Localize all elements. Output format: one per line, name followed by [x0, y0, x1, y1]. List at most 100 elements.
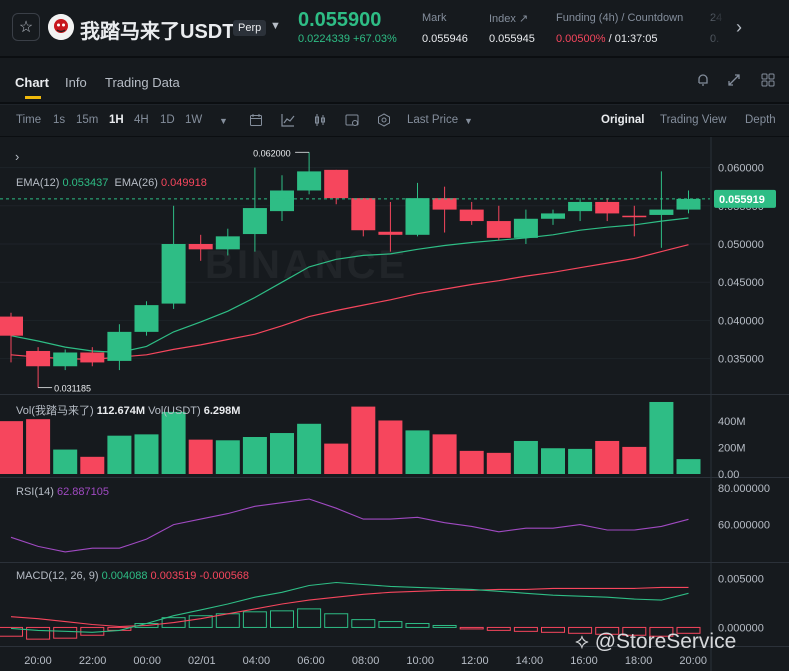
volume-bar: [188, 439, 213, 474]
mark-label: Mark: [422, 12, 447, 24]
interval-1h[interactable]: 1H: [109, 114, 124, 126]
macd-histogram-bar: [242, 611, 267, 628]
macd-value-3: -0.000568: [199, 570, 250, 582]
macd-histogram-bar: [215, 613, 240, 628]
macd-histogram-bar: [432, 624, 457, 628]
volume-bar: [134, 434, 159, 474]
symbol-dropdown-caret-icon[interactable]: ▼: [270, 20, 281, 32]
candle-body: [513, 218, 538, 238]
view-depth[interactable]: Depth: [745, 114, 776, 126]
candle-body: [26, 350, 51, 367]
time-label[interactable]: Time: [16, 114, 41, 126]
grid-layout-icon[interactable]: [758, 70, 778, 90]
candle-body: [270, 190, 294, 212]
price-tick-label: 0.060000: [718, 163, 764, 175]
header-fade: [700, 0, 726, 56]
interval-1w[interactable]: 1W: [185, 114, 202, 126]
candle-body: [80, 352, 105, 363]
volume-bar: [541, 448, 565, 474]
price-tick-label: 0.035000: [718, 354, 764, 366]
settings-hexagon-icon[interactable]: [375, 111, 393, 129]
ticker-header: ☆ 我踏马来了USDT Perp ▼ 0.055900 0.0224339 +6…: [0, 0, 789, 56]
chevron-right-icon[interactable]: ›: [15, 149, 19, 164]
volume-bar: [486, 452, 511, 474]
rsi-legend: RSI(14) 62.887105: [16, 486, 109, 498]
volume-bar: [0, 421, 23, 474]
high-price-label: 0.062000: [253, 148, 291, 158]
candle-body: [432, 198, 457, 210]
price-type-caret-icon[interactable]: ▼: [464, 116, 473, 126]
volume-bar: [622, 446, 647, 474]
time-tick-label: 02/01: [188, 655, 216, 667]
funding-label[interactable]: Funding (4h) / Countdown: [556, 12, 683, 24]
candle-body: [378, 231, 403, 235]
price-type-select[interactable]: Last Price: [407, 114, 458, 126]
rsi-label: RSI(14): [16, 486, 54, 498]
ema12-label: EMA(12): [16, 177, 60, 189]
indicator-chart-icon[interactable]: [279, 111, 297, 129]
diamond-logo-icon: ⟡: [575, 630, 589, 653]
volume-bar: [80, 456, 105, 474]
time-tick-label: 06:00: [297, 655, 325, 667]
interval-1s[interactable]: 1s: [53, 114, 65, 126]
template-settings-icon[interactable]: [343, 111, 361, 129]
ema26-value: 0.049918: [160, 177, 207, 189]
perp-badge: Perp: [233, 20, 267, 36]
candle-body: [107, 331, 132, 361]
chevron-right-icon[interactable]: ›: [728, 12, 750, 42]
macd-value-1: 0.004088: [101, 570, 148, 582]
time-tick-label: 08:00: [352, 655, 380, 667]
vol-label-1: Vol(我踏马来了): [16, 405, 94, 417]
tab-chart[interactable]: Chart: [15, 75, 49, 90]
volume-bar: [26, 419, 51, 474]
chart-area[interactable]: BINANCE 0.0600000.0550000.0500000.045000…: [0, 137, 789, 671]
expand-icon[interactable]: [724, 70, 744, 90]
view-original[interactable]: Original: [601, 114, 644, 126]
candle-type-icon[interactable]: [311, 111, 329, 129]
ema-legend: EMA(12) 0.053437 EMA(26) 0.049918: [16, 177, 207, 189]
active-tab-underline: [25, 96, 41, 99]
candle-body: [649, 209, 674, 215]
mark-value: 0.055946: [422, 33, 468, 45]
favorite-star-icon[interactable]: ☆: [12, 13, 40, 41]
volume-bar: [107, 435, 132, 474]
candle-body: [405, 198, 430, 235]
time-tick-label: 20:00: [24, 655, 52, 667]
price-tick-label: 0.050000: [718, 239, 764, 251]
symbol-name[interactable]: 我踏马来了USDT: [80, 15, 234, 44]
binance-watermark: BINANCE: [205, 243, 408, 287]
time-tick-label: 12:00: [461, 655, 489, 667]
price-tick-label: 0.040000: [718, 315, 764, 327]
interval-15m[interactable]: 15m: [76, 114, 98, 126]
tab-trading-data[interactable]: Trading Data: [105, 75, 180, 90]
view-trading-view[interactable]: Trading View: [660, 114, 726, 126]
token-logo: [48, 14, 74, 40]
candle-body: [297, 171, 322, 191]
interval-more-caret-icon[interactable]: ▼: [219, 116, 228, 126]
macd-histogram-bar: [26, 626, 51, 640]
volume-bar: [405, 430, 430, 474]
vol-value-2: 6.298M: [203, 405, 241, 417]
interval-4h[interactable]: 4H: [134, 114, 149, 126]
volume-bar: [270, 433, 294, 474]
volume-bar: [378, 420, 403, 474]
volume-bar: [459, 450, 484, 474]
interval-1d[interactable]: 1D: [160, 114, 175, 126]
macd-line: [10, 581, 689, 633]
rsi-line: [10, 498, 689, 553]
funding-countdown: / 01:37:05: [605, 33, 658, 45]
bell-icon[interactable]: [693, 70, 713, 90]
macd-histogram-bar: [486, 626, 511, 631]
macd-legend: MACD(12, 26, 9) 0.004088 0.003519 -0.000…: [16, 570, 249, 582]
volume-bar: [297, 423, 322, 474]
chart-tabs: Chart Info Trading Data: [0, 58, 789, 102]
rsi-tick-label: 80.000000: [718, 483, 770, 495]
index-label[interactable]: Index ↗: [489, 12, 528, 25]
tab-info[interactable]: Info: [65, 75, 87, 90]
calendar-icon[interactable]: [247, 111, 265, 129]
candle-body: [0, 316, 23, 336]
macd-value-2: 0.003519: [150, 570, 197, 582]
time-tick-label: 22:00: [79, 655, 107, 667]
candle-body: [242, 208, 267, 235]
candle-body: [541, 213, 565, 219]
